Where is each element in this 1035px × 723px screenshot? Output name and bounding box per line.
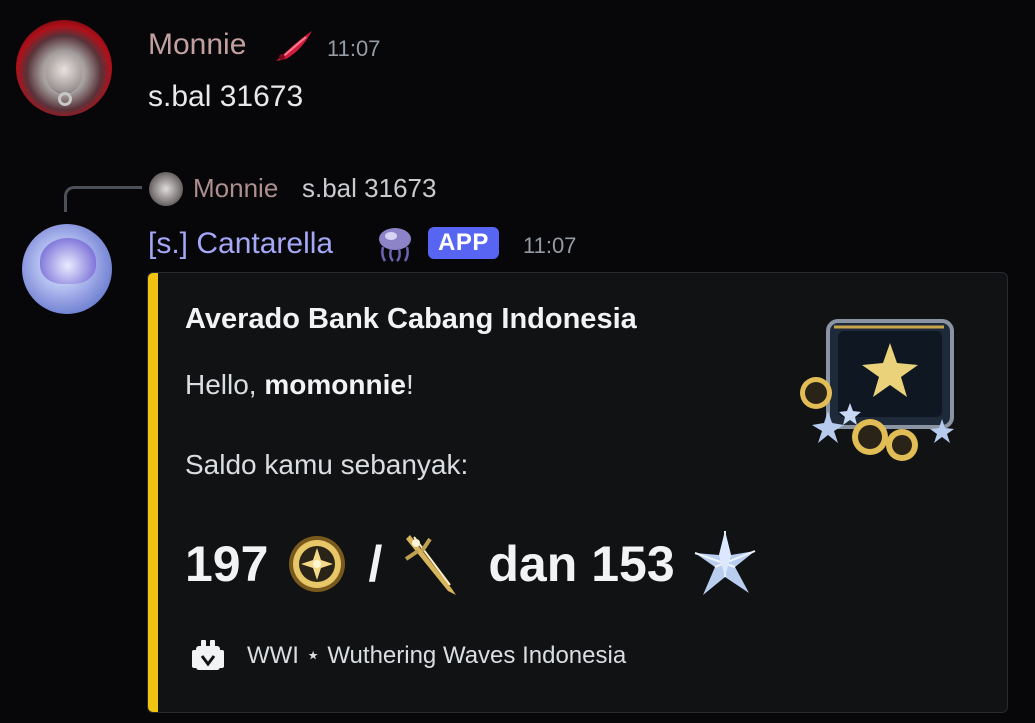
treasure-chest-icon[interactable] (794, 307, 964, 467)
username-monnie[interactable]: Monnie (148, 28, 246, 62)
embed-greeting: Hello, momonnie! (185, 369, 414, 401)
embed-footer-text: WWI ⋆ Wuthering Waves Indonesia (247, 642, 627, 669)
avatar-face (46, 54, 82, 94)
balance-label: Saldo kamu sebanyak: (185, 449, 469, 480)
user-avatar-monnie[interactable] (16, 20, 112, 116)
embed-card: Averado Bank Cabang Indonesia Hello, mom… (147, 272, 1008, 713)
message-timestamp[interactable]: 11:07 (523, 233, 576, 259)
reply-username[interactable]: Monnie (193, 173, 278, 204)
reply-avatar[interactable] (149, 172, 183, 206)
reply-content[interactable]: s.bal 31673 (302, 173, 436, 204)
shell-credit-icon (289, 536, 346, 592)
avatar-hair (40, 238, 96, 284)
message-content: s.bal 31673 (148, 80, 304, 113)
sword-icon (405, 535, 457, 595)
coin-amount: 197 (185, 536, 269, 592)
server-logo-icon (192, 640, 224, 670)
reply-spine (64, 186, 142, 212)
balance-row: 197 / dan 153 (185, 529, 757, 599)
feather-icon (276, 31, 312, 61)
greeting-name: momonnie (264, 369, 406, 400)
jellyfish-icon (379, 228, 411, 262)
balance-separator: / (368, 536, 383, 592)
star-crystal-icon (694, 531, 756, 595)
greeting-suffix: ! (405, 369, 414, 400)
embed-title: Averado Bank Cabang Indonesia (185, 303, 637, 335)
balance-conjunction: dan (488, 536, 578, 592)
bot-avatar-cantarella[interactable] (22, 224, 112, 314)
app-badge: APP (428, 227, 499, 259)
message-timestamp[interactable]: 11:07 (327, 36, 380, 62)
avatar-ring (58, 92, 72, 106)
greeting-prefix: Hello, (185, 369, 265, 400)
crystal-amount: 153 (591, 536, 675, 592)
username-cantarella[interactable]: [s.] Cantarella (148, 227, 333, 261)
embed-accent-bar (148, 273, 158, 712)
